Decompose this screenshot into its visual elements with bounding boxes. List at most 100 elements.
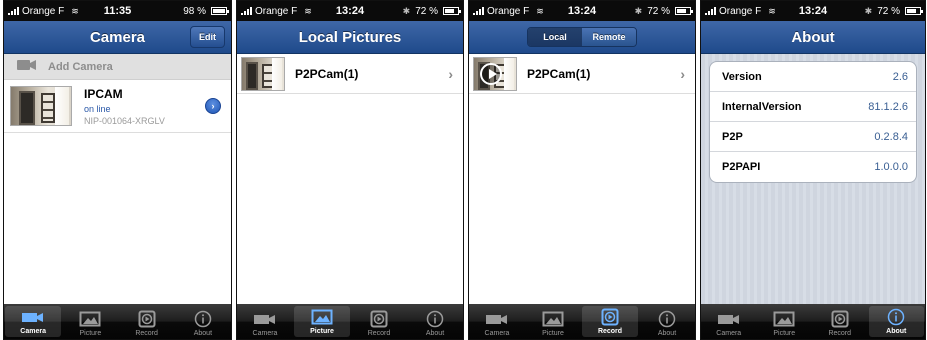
tab-bar: Camera Picture Record About — [701, 304, 925, 339]
camera-icon — [252, 310, 278, 328]
battery-percent: 72 % — [415, 5, 438, 17]
battery-icon — [211, 7, 229, 15]
signal-icon — [473, 7, 484, 15]
tab-about[interactable]: About — [639, 304, 695, 339]
pictures-screen: Orange F ≋ 13:24 ✱ 72 % Local Pictures P… — [236, 0, 464, 340]
tab-picture[interactable]: Picture — [525, 304, 581, 339]
camera-screen: Orange F ≋ 11:35 98 % Camera Edit Add Ca… — [3, 0, 232, 340]
picture-list: P2PCam(1) › — [237, 54, 463, 304]
tab-bar: Camera Picture Record About — [4, 304, 231, 339]
info-key: Version — [722, 70, 762, 83]
camera-thumbnail — [10, 86, 72, 126]
about-content: Version 2.6 InternalVersion 81.1.2.6 P2P… — [701, 54, 925, 304]
info-row-version: Version 2.6 — [710, 62, 916, 92]
info-value: 2.6 — [892, 70, 908, 83]
bluetooth-icon: ✱ — [402, 5, 411, 16]
bluetooth-icon: ✱ — [634, 5, 643, 16]
carrier-name: Orange F — [255, 5, 298, 17]
tab-bar: Camera Picture Record About — [237, 304, 463, 339]
tab-record[interactable]: Record — [812, 304, 868, 339]
carrier-name: Orange F — [487, 5, 530, 17]
wifi-icon: ≋ — [768, 5, 776, 16]
tab-about[interactable]: About — [407, 304, 463, 339]
list-item[interactable]: P2PCam(1) › — [237, 54, 463, 94]
tab-label: Camera — [484, 330, 510, 337]
tab-label: About — [886, 328, 907, 335]
video-thumbnail — [473, 56, 517, 91]
tab-label: About — [657, 330, 677, 337]
wifi-icon: ≋ — [71, 5, 79, 16]
tab-camera[interactable]: Camera — [5, 306, 62, 337]
battery-status: ✱ 72 % — [402, 5, 461, 17]
tab-label: Picture — [310, 328, 334, 335]
segmented-control: Local Remote — [527, 27, 637, 47]
tab-camera[interactable]: Camera — [469, 304, 525, 339]
battery-percent: 98 % — [183, 5, 206, 17]
tab-camera[interactable]: Camera — [701, 304, 757, 339]
tab-picture[interactable]: Picture — [62, 304, 118, 339]
status-bar: Orange F ≋ 13:24 ✱ 72 % — [469, 1, 695, 21]
info-key: InternalVersion — [722, 100, 802, 113]
info-row-p2papi: P2PAPI 1.0.0.0 — [710, 152, 916, 182]
tab-label: Picture — [542, 330, 564, 337]
add-camera-icon — [16, 58, 38, 75]
info-value: 81.1.2.6 — [868, 100, 908, 113]
battery-status: ✱ 72 % — [634, 5, 693, 17]
carrier: Orange F ≋ — [241, 6, 312, 17]
info-row-internal-version: InternalVersion 81.1.2.6 — [710, 92, 916, 122]
carrier-name: Orange F — [719, 5, 762, 17]
nav-bar: Local Pictures — [237, 21, 463, 54]
folder-name: P2PCam(1) — [295, 66, 359, 81]
nav-bar: Camera Edit — [4, 21, 231, 54]
tab-label: Picture — [79, 330, 102, 337]
tab-record[interactable]: Record — [351, 304, 407, 339]
info-value: 0.2.8.4 — [874, 130, 908, 143]
info-icon — [426, 310, 444, 328]
tab-label: Record — [597, 328, 623, 335]
tab-record[interactable]: Record — [119, 304, 175, 339]
signal-icon — [241, 7, 252, 15]
battery-icon — [675, 7, 693, 15]
camera-name: IPCAM — [84, 86, 123, 101]
info-key: P2PAPI — [722, 161, 761, 173]
edit-button[interactable]: Edit — [190, 26, 225, 48]
battery-status: ✱ 72 % — [865, 5, 923, 17]
tab-picture[interactable]: Picture — [757, 304, 813, 339]
camera-status: on line — [84, 103, 111, 114]
camera-icon — [716, 310, 742, 328]
battery-icon — [905, 7, 923, 15]
tab-camera[interactable]: Camera — [237, 304, 293, 339]
tab-label: Camera — [20, 328, 46, 335]
carrier-name: Orange F — [22, 5, 65, 17]
battery-status: 98 % — [183, 5, 229, 17]
info-icon — [194, 310, 212, 328]
picture-icon — [542, 310, 564, 328]
info-row-p2p: P2P 0.2.8.4 — [710, 122, 916, 152]
add-camera-button[interactable]: Add Camera — [4, 54, 231, 80]
record-icon — [370, 310, 388, 328]
camera-row[interactable]: IPCAM on line NIP-001064-XRGLV › — [4, 80, 231, 133]
page-title: About — [791, 28, 835, 46]
tab-bar: Camera Picture Record About — [469, 304, 695, 339]
tab-picture[interactable]: Picture — [294, 306, 350, 337]
version-group: Version 2.6 InternalVersion 81.1.2.6 P2P… — [709, 61, 917, 183]
status-bar: Orange F ≋ 11:35 98 % — [4, 1, 231, 21]
tab-record[interactable]: Record — [582, 306, 638, 337]
list-item[interactable]: P2PCam(1) › — [469, 54, 695, 94]
info-value: 1.0.0.0 — [874, 161, 908, 173]
signal-icon — [705, 7, 716, 15]
detail-disclosure-icon[interactable]: › — [205, 98, 221, 114]
chevron-right-icon: › — [680, 66, 685, 82]
tab-about[interactable]: About — [175, 304, 231, 339]
record-list: P2PCam(1) › — [469, 54, 695, 304]
screens: Orange F ≋ 11:35 98 % Camera Edit Add Ca… — [0, 0, 927, 340]
status-bar: Orange F ≋ 13:24 ✱ 72 % — [701, 1, 925, 21]
camera-list: Add Camera IPCAM on line NIP-001064-XRGL… — [4, 54, 231, 304]
tab-label: Record — [367, 330, 391, 337]
segment-remote[interactable]: Remote — [582, 28, 636, 46]
battery-percent: 72 % — [877, 5, 900, 17]
camera-icon — [20, 308, 46, 326]
segment-local[interactable]: Local — [528, 28, 582, 46]
tab-about[interactable]: About — [868, 306, 924, 337]
tab-label: Picture — [773, 330, 796, 337]
